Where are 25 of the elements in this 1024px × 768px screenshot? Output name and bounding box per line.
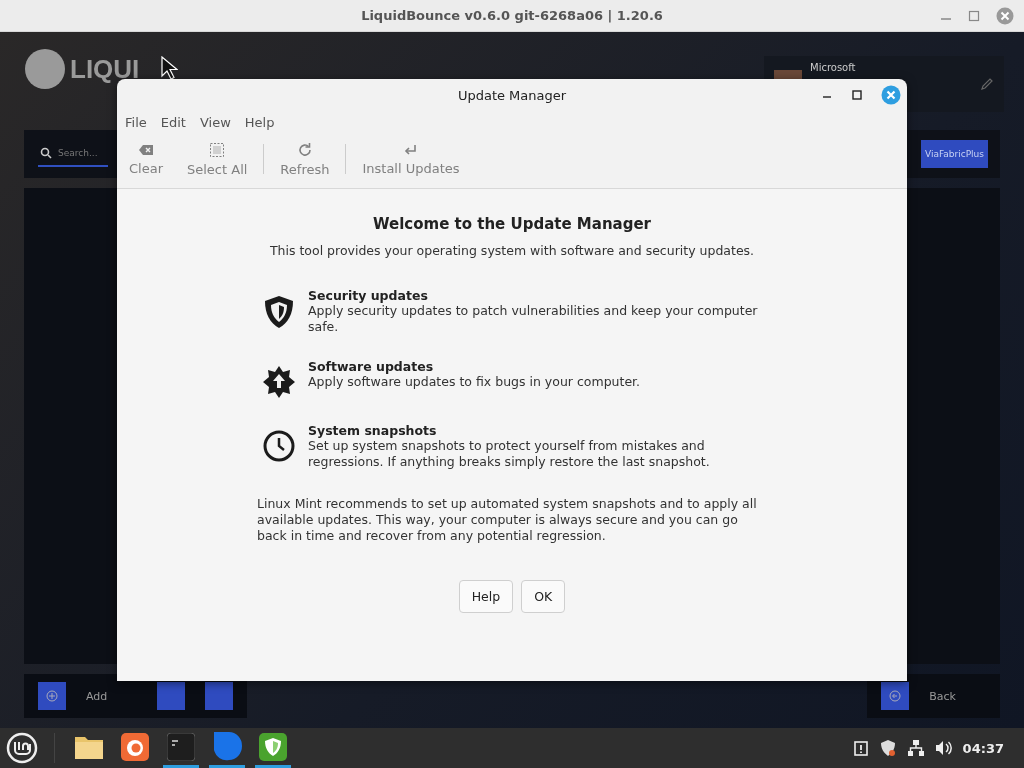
menu-item[interactable]: File (125, 115, 147, 130)
search-input[interactable]: Search... (58, 148, 102, 158)
back-label[interactable]: Back (929, 689, 956, 703)
protocol-button[interactable]: ViaFabricPlus (920, 140, 988, 168)
add-label[interactable]: Add (86, 689, 108, 703)
feature-title: Security updates (308, 288, 429, 303)
feature-description: Apply software updates to fix bugs in your computer. (308, 374, 641, 390)
logo-text: LIQUI (70, 56, 140, 82)
dialog-button[interactable]: OK (521, 580, 566, 613)
welcome-heading: Welcome to the Update Manager (373, 215, 651, 233)
feature-title: Software updates (308, 359, 435, 374)
feature-description: Apply security updates to patch vulnerabilities and keep your computer safe. (308, 303, 759, 335)
feature-description: Set up system snapshots to protect yourself from mistakes and regressions. If anything breaks simply restore the last snapshot. (308, 438, 711, 470)
window-title: LiquidBounce v0.6.0 git-6268a06 | 1.20.6 (361, 8, 663, 23)
dialog-title: Update Manager (457, 87, 567, 103)
feature-title: System snapshots (308, 423, 438, 438)
dialog-button[interactable]: Help (458, 580, 514, 613)
account-name: Microsoft (810, 62, 857, 73)
menu-item[interactable]: Edit (160, 115, 186, 130)
clock-text[interactable]: 04:37 (962, 740, 1004, 756)
intro-text: This tool provides your operating system with software and security updates. (269, 243, 755, 258)
menu-item[interactable]: Help (244, 115, 275, 130)
menu-item[interactable]: View (199, 115, 231, 130)
recommendation-text: Linux Mint recommends to set up automated system snapshots and to apply all available updates. This way, your computer is always secure and you can go back in time and recover from any potential regression. (257, 496, 758, 544)
search-field[interactable]: Search... (38, 141, 108, 167)
